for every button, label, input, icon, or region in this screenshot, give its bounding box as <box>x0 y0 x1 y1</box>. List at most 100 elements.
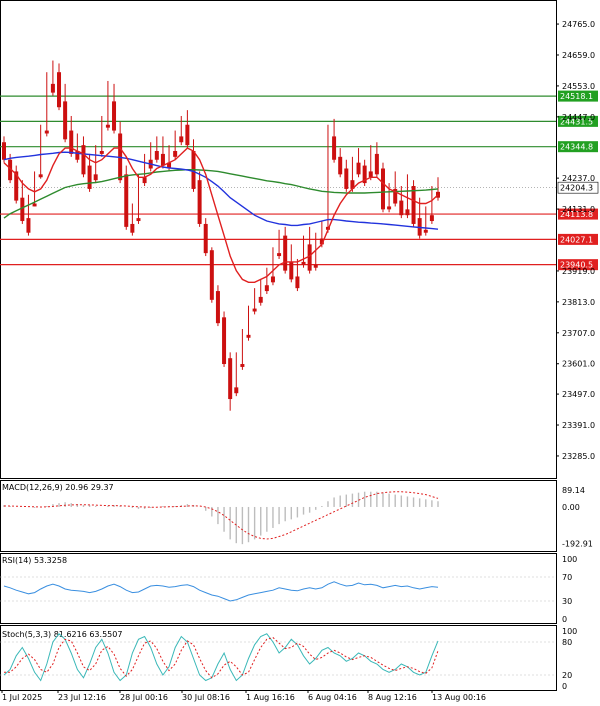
chart-svg[interactable]: 24518.124431.524344.824113.824027.123940… <box>0 0 600 702</box>
time-tick-label: 23 Jul 12:16 <box>58 693 106 702</box>
candle-body <box>264 285 269 292</box>
candle-body <box>368 171 373 178</box>
candle-body <box>332 136 337 160</box>
ma-blue-line <box>3 151 439 230</box>
macd-tick-label: -192.91 <box>562 540 593 549</box>
rsi-tick-label: 100 <box>562 555 577 564</box>
macd-label: MACD(12,26,9) 20.96 29.37 <box>2 483 114 492</box>
candle-body <box>301 261 306 265</box>
candle-body <box>130 223 135 233</box>
candle-body <box>344 168 349 189</box>
rsi-tick-label: 0 <box>562 615 567 624</box>
candle-body <box>38 174 43 178</box>
panel-borders <box>0 0 557 691</box>
time-tick-label: 6 Aug 04:16 <box>308 693 357 702</box>
candle-body <box>32 203 37 207</box>
stoch-panel: Stoch(5,3,3) 81.6216 63.5507 100 80 20 0 <box>0 627 577 691</box>
price-tick-label: 23813.0 <box>562 298 595 307</box>
candle-body <box>179 136 184 143</box>
candle-body <box>356 162 361 175</box>
candle-body <box>87 165 92 189</box>
macd-panel: MACD(12,26,9) 20.96 29.37 89.14 0.00 -192.… <box>2 483 593 549</box>
candle-body <box>136 218 141 222</box>
stoch-tick-label: 80 <box>562 638 572 647</box>
candle-body <box>252 308 257 312</box>
macd-signal-line <box>4 491 439 540</box>
candle-body <box>270 276 275 283</box>
candle-body <box>160 153 165 166</box>
candle-body <box>246 334 251 338</box>
candle-body <box>295 276 300 289</box>
moving-averages <box>3 147 439 283</box>
price-tick-label: 24553.0 <box>562 82 595 91</box>
candle-body <box>429 215 434 222</box>
time-tick-label: 1 Aug 16:16 <box>246 693 295 702</box>
time-tick-label: 8 Aug 12:16 <box>368 693 417 702</box>
trading-chart[interactable]: 24518.1 24431.5 24344.8 24113.8 24027.1 23940… <box>0 0 600 702</box>
price-tick-label: 24131.0 <box>562 205 595 214</box>
candle-body <box>338 156 343 175</box>
candle-body <box>93 174 98 181</box>
candle-body <box>313 264 318 268</box>
stoch-tick-label: 100 <box>562 627 577 636</box>
time-tick-label: 30 Jul 08:16 <box>182 693 230 702</box>
candle-body <box>374 153 379 175</box>
candle-body <box>228 358 233 400</box>
candle-body <box>124 174 129 227</box>
candle-body <box>380 168 385 210</box>
candle-body <box>258 296 263 303</box>
candle-body <box>173 150 178 157</box>
rsi-tick-label: 70 <box>562 573 572 582</box>
candle-body <box>405 209 410 216</box>
macd-tick-label: 89.14 <box>562 486 585 495</box>
level-label: 24518.1 <box>560 92 593 101</box>
candle-body <box>222 317 227 365</box>
time-tick-label: 13 Aug 00:16 <box>432 693 486 702</box>
candle-body <box>142 177 147 184</box>
candle-body <box>234 387 239 394</box>
stoch-label: Stoch(5,3,3) 81.6216 63.5507 <box>2 630 122 639</box>
candlesticks <box>2 60 440 411</box>
level-label: 24344.8 <box>560 143 593 152</box>
time-tick-label: 1 Jul 2025 <box>2 693 42 702</box>
candle-body <box>112 101 117 131</box>
candle-body <box>20 197 25 222</box>
candle-body <box>209 250 214 300</box>
time-tick-label: 28 Jul 00:16 <box>120 693 168 702</box>
candle-body <box>185 124 190 146</box>
candle-body <box>44 130 49 134</box>
price-tick-label: 24765.0 <box>562 20 595 29</box>
price-tick-label: 23391.0 <box>562 421 595 430</box>
candle-body <box>423 229 428 233</box>
candle-body <box>387 206 392 210</box>
candle-body <box>81 145 86 175</box>
level-label: 24027.1 <box>560 235 593 244</box>
candle-body <box>154 150 159 160</box>
candle-body <box>63 101 68 140</box>
candle-body <box>26 218 31 233</box>
price-tick-label: 23285.0 <box>562 452 595 461</box>
candle-body <box>411 186 416 224</box>
rsi-label: RSI(14) 53.3258 <box>2 556 67 565</box>
candle-body <box>240 364 245 367</box>
candle-body <box>2 142 6 160</box>
rsi-tick-label: 30 <box>562 597 572 606</box>
candle-body <box>105 124 110 128</box>
candle-body <box>289 261 294 280</box>
rsi-line <box>3 581 439 602</box>
price-tick-label: 23707.0 <box>562 329 595 338</box>
macd-tick-label: 0.00 <box>562 503 580 512</box>
price-tick-label: 24659.0 <box>562 51 595 60</box>
candle-body <box>69 130 74 154</box>
candle-body <box>215 291 220 324</box>
current-price-label: 24204.3 <box>560 184 593 193</box>
candle-body <box>283 235 288 271</box>
stoch-tick-label: 0 <box>562 682 567 691</box>
stoch-tick-label: 20 <box>562 671 572 680</box>
ma-red-line <box>3 147 439 283</box>
candle-body <box>203 223 208 254</box>
rsi-panel: RSI(14) 53.3258 100 70 30 0 <box>0 555 577 624</box>
price-tick-label: 24237.0 <box>562 174 595 183</box>
candle-body <box>399 200 404 216</box>
candle-body <box>57 72 62 108</box>
